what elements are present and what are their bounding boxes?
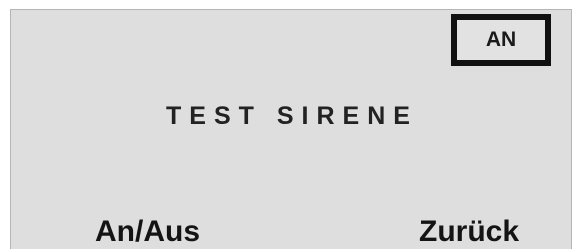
- status-indicator: AN: [451, 14, 551, 66]
- status-label: AN: [485, 28, 517, 51]
- back-softkey[interactable]: Zurück: [419, 215, 519, 249]
- screen-title: TEST SIRENE: [166, 102, 418, 130]
- lcd-display: AN TEST SIRENE An/Aus Zurück: [10, 9, 572, 249]
- on-off-softkey[interactable]: An/Aus: [95, 215, 200, 249]
